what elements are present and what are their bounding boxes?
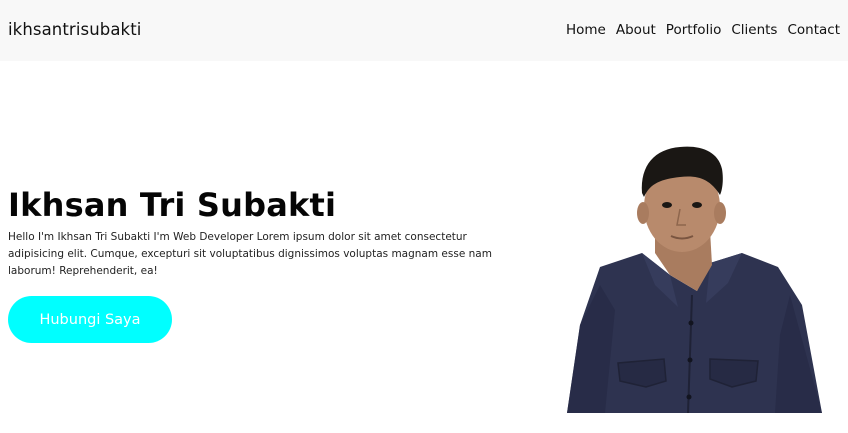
nav-link-home[interactable]: Home bbox=[566, 20, 606, 40]
nav-link-portfolio[interactable]: Portfolio bbox=[666, 20, 722, 40]
hero-name: Ikhsan Tri Subakti bbox=[8, 186, 337, 224]
nav-links: Home About Portfolio Clients Contact bbox=[556, 20, 840, 40]
nav-link-clients[interactable]: Clients bbox=[731, 20, 777, 40]
contact-me-button[interactable]: Hubungi Saya bbox=[8, 296, 172, 343]
navbar: ikhsantrisubakti Home About Portfolio Cl… bbox=[0, 0, 848, 61]
nav-link-contact[interactable]: Contact bbox=[787, 20, 840, 40]
brand-logo[interactable]: ikhsantrisubakti bbox=[8, 18, 141, 42]
profile-photo bbox=[567, 146, 822, 413]
nav-link-about[interactable]: About bbox=[616, 20, 656, 40]
hero-description: Hello I'm Ikhsan Tri Subakti I'm Web Dev… bbox=[8, 231, 492, 277]
